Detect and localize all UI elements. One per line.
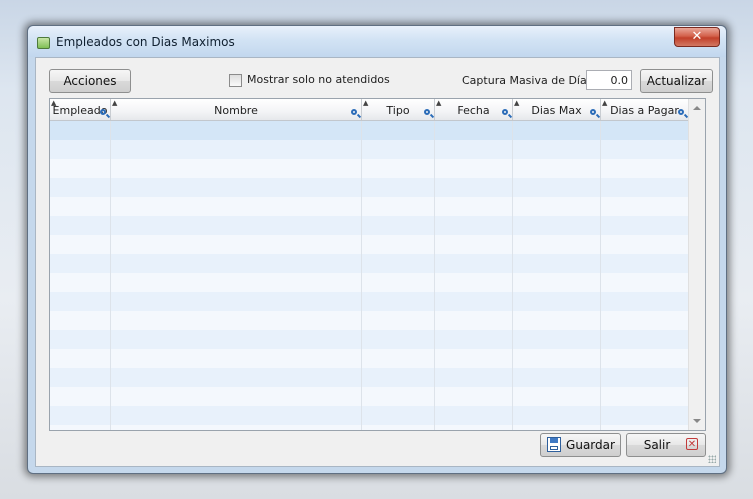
title-bar[interactable]: Empleados con Dias Maximos ✕ (28, 26, 726, 57)
table-row[interactable] (50, 216, 689, 235)
column-header-empleado[interactable]: ▲ Empleado (50, 99, 111, 120)
mostrar-no-atendidos-checkbox[interactable] (229, 74, 242, 87)
guardar-button[interactable]: Guardar (540, 433, 621, 457)
table-row[interactable] (50, 178, 689, 197)
table-row[interactable] (50, 292, 689, 311)
search-icon[interactable] (678, 109, 684, 115)
table-row[interactable] (50, 406, 689, 425)
window-title: Empleados con Dias Maximos (56, 35, 235, 49)
table-row[interactable] (50, 349, 689, 368)
search-icon[interactable] (502, 109, 508, 115)
captura-masiva-input[interactable]: 0.0 (586, 70, 632, 90)
table-row[interactable] (50, 121, 689, 140)
actualizar-button[interactable]: Actualizar (640, 69, 713, 93)
mostrar-no-atendidos-label: Mostrar solo no atendidos (247, 73, 390, 86)
column-divider (600, 121, 601, 430)
grid-rows (50, 121, 689, 430)
column-header-dias-max[interactable]: ▲ Dias Max (513, 99, 601, 120)
close-button[interactable]: ✕ (674, 27, 720, 47)
save-icon (547, 437, 561, 452)
empleados-grid[interactable]: ▲ Empleado ▲ Nombre ▲ Tipo ▲ Fecha ▲ Dia… (49, 98, 706, 431)
acciones-button[interactable]: Acciones (49, 69, 131, 93)
table-row[interactable] (50, 425, 689, 430)
column-header-fecha[interactable]: ▲ Fecha (435, 99, 513, 120)
dialog-body: Acciones Mostrar solo no atendidos Captu… (35, 57, 720, 467)
table-row[interactable] (50, 140, 689, 159)
resize-grip[interactable] (708, 455, 716, 463)
grid-header: ▲ Empleado ▲ Nombre ▲ Tipo ▲ Fecha ▲ Dia… (50, 99, 689, 121)
table-row[interactable] (50, 311, 689, 330)
table-row[interactable] (50, 254, 689, 273)
close-icon: ✕ (686, 438, 698, 450)
table-row[interactable] (50, 235, 689, 254)
search-icon[interactable] (100, 109, 106, 115)
column-divider (110, 121, 111, 430)
column-divider (512, 121, 513, 430)
search-icon[interactable] (424, 109, 430, 115)
column-header-nombre[interactable]: ▲ Nombre (111, 99, 362, 120)
table-row[interactable] (50, 273, 689, 292)
table-row[interactable] (50, 368, 689, 387)
vertical-scrollbar[interactable] (688, 99, 705, 430)
search-icon[interactable] (590, 109, 596, 115)
scroll-up-icon[interactable] (693, 106, 701, 110)
table-row[interactable] (50, 387, 689, 406)
table-row[interactable] (50, 197, 689, 216)
column-header-dias-a-pagar[interactable]: ▲ Dias a Pagar (601, 99, 689, 120)
column-divider (361, 121, 362, 430)
column-divider (434, 121, 435, 430)
column-header-tipo[interactable]: ▲ Tipo (362, 99, 435, 120)
app-icon (37, 37, 50, 49)
dialog-window: Empleados con Dias Maximos ✕ Acciones Mo… (27, 25, 727, 474)
table-row[interactable] (50, 159, 689, 178)
captura-masiva-label: Captura Masiva de Días: (462, 74, 597, 87)
table-row[interactable] (50, 330, 689, 349)
search-icon[interactable] (351, 109, 357, 115)
salir-button[interactable]: Salir ✕ (626, 433, 706, 457)
scroll-down-icon[interactable] (693, 419, 701, 423)
